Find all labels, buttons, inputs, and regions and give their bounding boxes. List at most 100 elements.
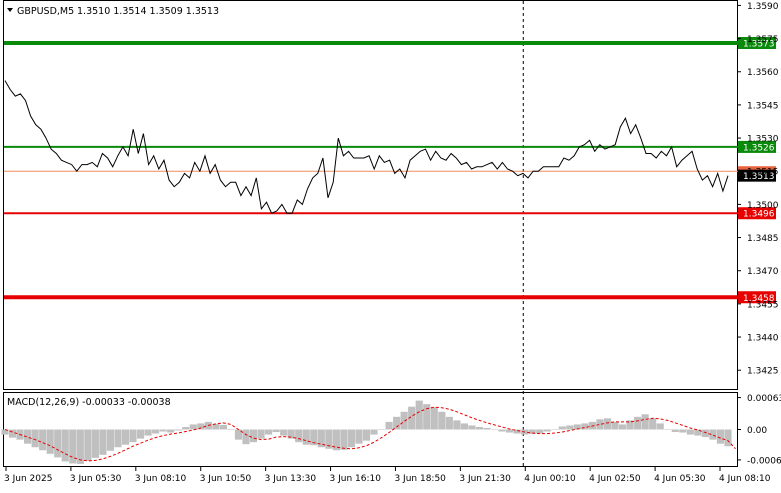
- macd-histogram-bar: [295, 429, 303, 443]
- chart-svg: 1.35731.35261.34961.34581.3513 1.35901.3…: [0, 0, 781, 489]
- macd-histogram-bar: [377, 429, 386, 430]
- macd-histogram-bar: [121, 429, 130, 445]
- macd-histogram-bar: [136, 429, 145, 439]
- macd-histogram-bar: [551, 429, 559, 430]
- macd-histogram-bar: [265, 429, 273, 435]
- macd-tick-label: -0.0006: [747, 456, 781, 466]
- macd-histogram-bar: [257, 429, 265, 439]
- macd-histogram-bar: [558, 426, 566, 430]
- macd-histogram-bar: [716, 429, 725, 444]
- macd-histogram-bar: [724, 429, 732, 447]
- price-tick-label: 1.3590: [747, 2, 779, 12]
- time-tick-label: 3 Jun 2025: [4, 474, 52, 484]
- macd-histogram-bar: [468, 425, 476, 430]
- time-tick-label: 3 Jun 05:30: [70, 474, 122, 484]
- price-tick-label: 1.3470: [747, 267, 779, 277]
- macd-histogram-bar: [423, 404, 431, 430]
- macd-histogram-bar: [129, 429, 137, 443]
- price-tick-label: 1.3560: [747, 68, 779, 78]
- macd-histogram-bar: [152, 429, 160, 434]
- time-tick-label: 4 Jun 00:10: [524, 474, 576, 484]
- macd-histogram-bar: [39, 429, 47, 451]
- price-tick-label: 1.3545: [747, 101, 779, 111]
- macd-histogram-bar: [400, 411, 408, 430]
- time-tick-label: 3 Jun 10:50: [200, 474, 252, 484]
- price-tick-label: 1.3455: [747, 300, 779, 310]
- price-tick-label: 1.3515: [747, 168, 779, 178]
- macd-histogram-bar: [99, 429, 107, 455]
- macd-histogram-bar: [581, 423, 589, 430]
- macd-indicator-label: MACD(12,26,9) -0.00033 -0.00038: [7, 397, 171, 408]
- time-tick-label: 4 Jun 02:50: [589, 474, 641, 484]
- macd-histogram-bar: [355, 429, 363, 444]
- macd-histogram-bar: [656, 423, 664, 430]
- macd-histogram-bar: [189, 424, 197, 430]
- ohlc-label: 1.3510 1.3514 1.3509 1.3513: [77, 6, 219, 17]
- macd-histogram-bar: [167, 429, 175, 433]
- macd-histogram-bar: [634, 416, 642, 430]
- macd-histogram-bar: [106, 429, 115, 451]
- macd-histogram-bar: [664, 429, 672, 430]
- macd-histogram-bar: [641, 414, 649, 430]
- time-tick-label: 4 Jun 05:30: [654, 474, 706, 484]
- price-tick-label: 1.3500: [747, 201, 779, 211]
- macd-histogram-bar: [347, 429, 356, 448]
- macd-histogram-bar: [227, 429, 235, 430]
- macd-histogram-bar: [618, 424, 627, 430]
- price-tick-label: 1.3440: [747, 334, 779, 344]
- time-tick-label: 3 Jun 21:30: [459, 474, 511, 484]
- macd-histogram-bar: [686, 429, 694, 435]
- macd-histogram-bar: [249, 429, 258, 443]
- macd-histogram-bar: [611, 421, 619, 430]
- level-price-label: 1.3496: [743, 210, 775, 220]
- macd-histogram-bar: [415, 400, 423, 430]
- macd-tick-label: 0.00: [747, 426, 767, 436]
- time-tick-label: 3 Jun 16:10: [330, 474, 382, 484]
- price-tick-label: 1.3530: [747, 135, 779, 145]
- macd-histogram-bar: [460, 423, 468, 430]
- macd-histogram-bar: [490, 429, 499, 430]
- price-tick-label: 1.3575: [747, 35, 779, 45]
- macd-histogram-bar: [649, 418, 657, 430]
- macd-histogram-bar: [385, 421, 393, 430]
- macd-histogram-bar: [506, 429, 514, 433]
- macd-histogram-bar: [280, 429, 288, 436]
- macd-histogram-bar: [445, 416, 453, 430]
- macd-histogram-bar: [302, 429, 310, 445]
- macd-histogram-bar: [219, 424, 227, 430]
- macd-histogram-bar: [362, 429, 371, 441]
- price-tick-label: 1.3425: [747, 367, 779, 377]
- macd-histogram-bar: [603, 418, 612, 430]
- macd-histogram-bar: [370, 429, 378, 435]
- macd-histogram-bar: [114, 429, 122, 448]
- symbol-label: GBPUSD,M5: [17, 6, 74, 17]
- macd-histogram-bar: [566, 425, 574, 430]
- macd-histogram-bar: [430, 407, 438, 430]
- macd-histogram-bar: [46, 429, 54, 454]
- macd-histogram-bar: [31, 429, 39, 448]
- macd-histogram-bar: [679, 429, 687, 433]
- macd-histogram-bar: [91, 429, 99, 458]
- macd-histogram-bar: [54, 429, 62, 458]
- macd-histogram-bar: [438, 411, 446, 430]
- macd-histogram-bar: [76, 429, 84, 464]
- time-tick-label: 3 Jun 18:50: [394, 474, 446, 484]
- level-price-label: 1.3526: [743, 143, 775, 153]
- chart-background: [0, 0, 781, 489]
- macd-histogram-bar: [671, 429, 679, 433]
- macd-histogram-bar: [453, 420, 461, 430]
- macd-histogram-bar: [182, 426, 190, 430]
- macd-histogram-bar: [159, 429, 167, 432]
- macd-histogram-bar: [144, 429, 152, 436]
- chart-window: 1.3573 1.3526 1.3496 1.3458 1.3513 1.3590 1.3…: [0, 0, 781, 489]
- macd-tick-label: 0.00063: [747, 394, 781, 404]
- time-tick-label: 3 Jun 08:10: [135, 474, 187, 484]
- macd-histogram-bar: [498, 429, 506, 432]
- time-tick-label: 3 Jun 13:30: [265, 474, 317, 484]
- macd-histogram-bar: [197, 423, 205, 430]
- macd-histogram-bar: [543, 429, 551, 432]
- time-tick-label: 4 Jun 08:10: [719, 474, 771, 484]
- macd-histogram-bar: [174, 429, 182, 431]
- macd-histogram-bar: [701, 429, 709, 438]
- macd-histogram-bar: [84, 429, 92, 461]
